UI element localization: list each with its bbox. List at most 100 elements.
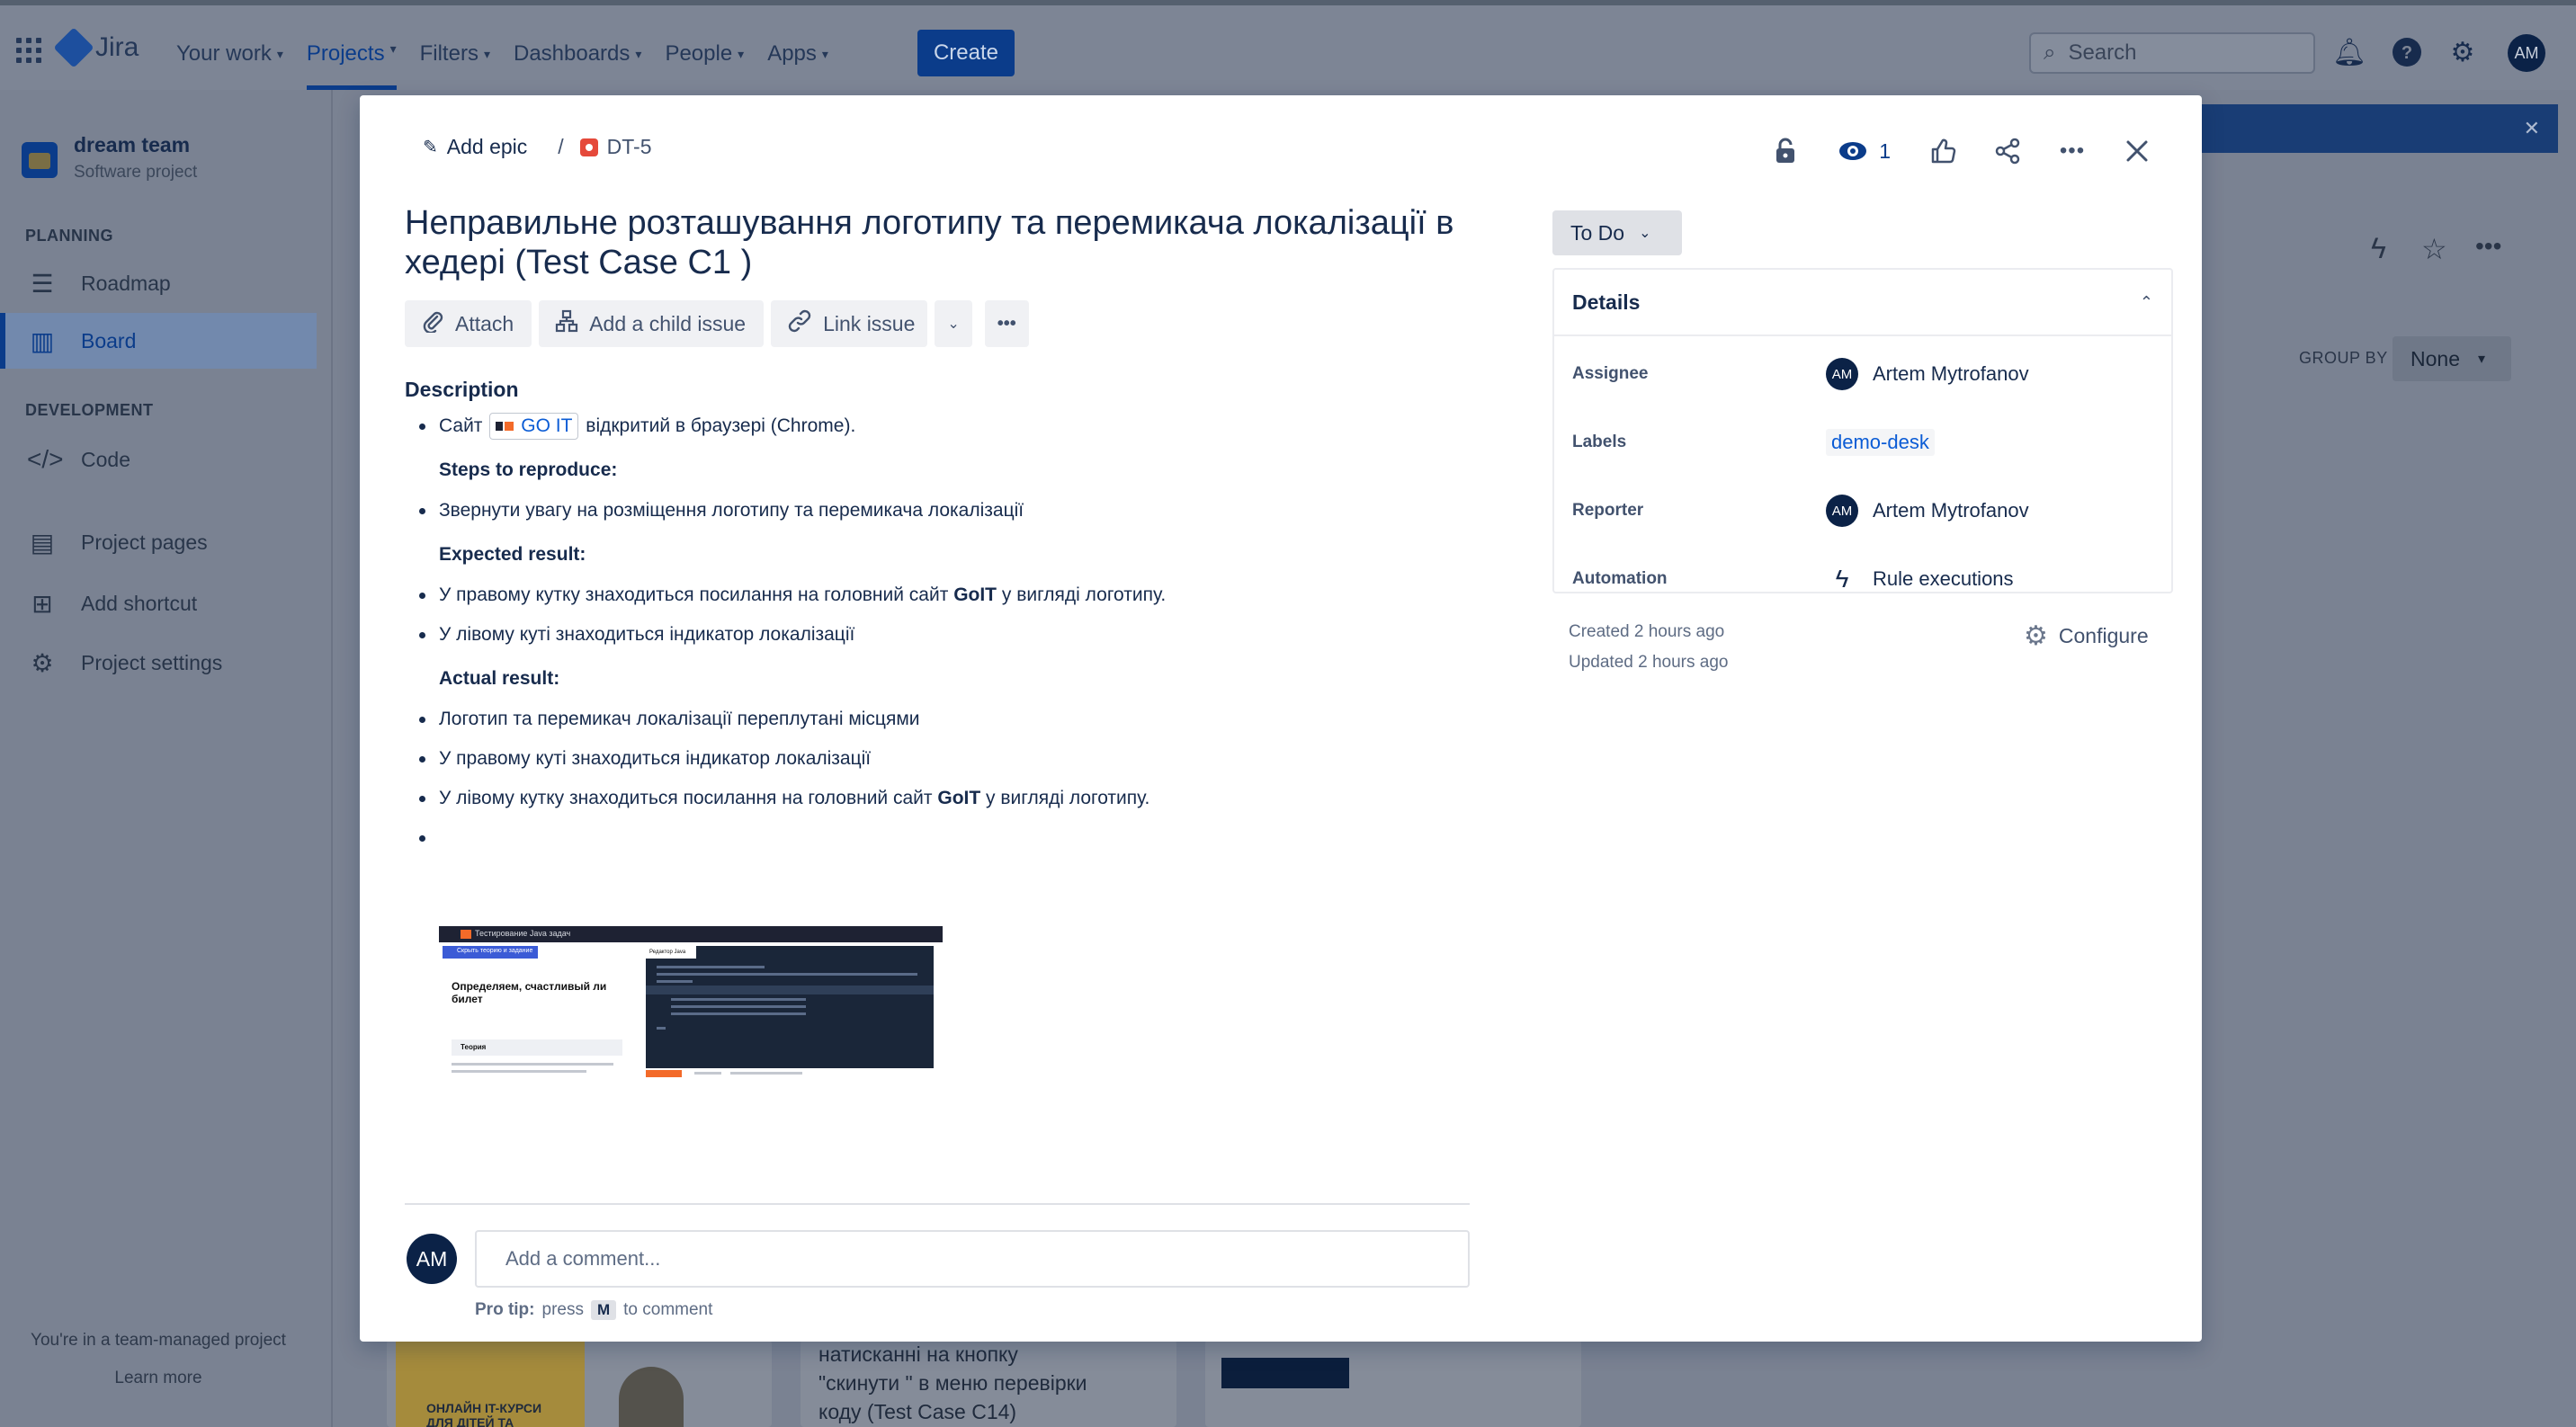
automation-row[interactable]: Automation ϟ Rule executions (1572, 557, 2157, 601)
project-header[interactable]: dream team Software project (22, 133, 197, 183)
create-button[interactable]: Create (917, 30, 1015, 76)
actual-heading: Actual result: (439, 668, 560, 689)
automation-label: Automation (1572, 569, 1668, 588)
watcher-count: 1 (1879, 138, 1891, 163)
jira-logo[interactable]: Jira (53, 27, 139, 68)
desc-text: Сайт (439, 415, 483, 436)
text-line (452, 1070, 586, 1073)
breadcrumb-separator: / (558, 135, 564, 158)
issue-title[interactable]: Неправильне розташування логотипу та пер… (405, 203, 1502, 282)
add-epic-button[interactable]: ✎ Add epic (423, 135, 527, 159)
more-actions-icon[interactable]: ••• (2053, 131, 2092, 171)
nav-projects[interactable]: Projects ▾ (306, 38, 397, 90)
status-dropdown[interactable]: To Do ⌄ (1552, 210, 1682, 255)
comment-avatar: AM (407, 1234, 457, 1284)
chevron-down-icon: ⌄ (1639, 226, 1651, 241)
sidebar-item-project-pages[interactable]: ▤ Project pages (0, 514, 317, 570)
card-line: коду (Test Case C14) (818, 1400, 1017, 1423)
automation-value: Rule executions (1873, 567, 2014, 590)
automation-bolt-icon[interactable]: ϟ (2371, 232, 2386, 265)
screenshot-code-editor: Редактор Java (646, 946, 934, 1068)
close-icon[interactable]: ✕ (2524, 117, 2540, 140)
nav-filters[interactable]: Filters ▾ (420, 38, 490, 70)
gear-icon: ⚙ (2024, 621, 2048, 651)
chevron-down-icon: ▾ (276, 46, 283, 61)
card-line: "скинути " в меню перевірки (818, 1371, 1087, 1395)
roadmap-icon: ☰ (31, 269, 54, 298)
planning-heading: PLANNING (25, 227, 113, 245)
group-by-select[interactable]: None ▾ (2393, 336, 2511, 381)
nav-people[interactable]: People ▾ (665, 38, 744, 70)
configure-label: Configure (2058, 624, 2149, 647)
sidebar-item-project-settings[interactable]: ⚙ Project settings (0, 635, 317, 691)
watch-button[interactable]: 1 (1830, 131, 1898, 171)
profile-avatar[interactable]: AM (2508, 34, 2545, 72)
screenshot-blue-button-text: Скрыть теорию и задание (457, 948, 533, 954)
card-image-face (619, 1367, 684, 1427)
search-input[interactable]: ⌕ Search (2029, 32, 2315, 74)
sidebar-item-board[interactable]: ▥ Board (0, 313, 317, 369)
help-icon[interactable]: ? (2389, 34, 2425, 70)
desc-text: відкритий в браузері (Chrome). (586, 415, 856, 436)
issue-toolbar: Attach Add a child issue Link issue ⌄ ••… (405, 300, 1029, 347)
card-image-caption-line: ОНЛАЙН IT-КУРСИ (426, 1401, 542, 1415)
sidebar-item-add-shortcut[interactable]: ⊞ Add shortcut (0, 575, 317, 631)
avatar: AM (1826, 495, 1858, 527)
attached-screenshot[interactable]: Тестирование Java задач Скрыть теорию и … (439, 926, 943, 1079)
nav-apps[interactable]: Apps ▾ (767, 38, 828, 70)
details-header[interactable]: Details ⌃ (1554, 270, 2171, 336)
description-body[interactable]: Сайт GO IT відкритий в браузері (Chrome)… (405, 406, 1448, 858)
reporter-row[interactable]: Reporter AM Artem Mytrofanov (1572, 489, 2157, 532)
link-issue-button[interactable]: Link issue (771, 300, 928, 347)
app-switcher-icon[interactable] (16, 38, 41, 63)
learn-more-link[interactable]: Learn more (0, 1369, 317, 1388)
nav-dashboards[interactable]: Dashboards ▾ (514, 38, 641, 70)
settings-gear-icon[interactable]: ⚙ (2445, 34, 2481, 70)
star-icon[interactable]: ☆ (2421, 232, 2447, 266)
pro-tip-label: Pro tip: (475, 1300, 535, 1319)
labels-label: Labels (1572, 433, 1627, 451)
goit-favicon-icon (496, 422, 515, 432)
sidebar-item-label: Project settings (81, 650, 223, 674)
nav-your-work[interactable]: Your work ▾ (176, 38, 283, 70)
more-toolbar-button[interactable]: ••• (984, 300, 1029, 347)
screenshot-theory: Теория (452, 1039, 622, 1056)
nav-label: Apps (767, 41, 817, 66)
label-chip[interactable]: demo-desk (1826, 429, 1935, 456)
issue-actions: 1 ••• (1766, 131, 2157, 171)
code-line (657, 1027, 666, 1030)
jira-mark-icon (53, 27, 94, 68)
share-icon[interactable] (1988, 131, 2027, 171)
steps-heading: Steps to reproduce: (439, 459, 618, 480)
more-options-icon[interactable]: ••• (2475, 232, 2501, 261)
board-card-title: натисканні на кнопку "скинути " в меню п… (818, 1340, 1087, 1426)
configure-button[interactable]: ⚙ Configure (2024, 620, 2149, 652)
labels-row[interactable]: Labels demo-desk (1572, 421, 2157, 464)
notifications-icon[interactable]: 🔔︎ (2331, 34, 2367, 70)
chevron-down-icon: ▾ (2477, 352, 2486, 367)
issue-key-link[interactable]: DT-5 (579, 135, 652, 159)
list-item: У лівому кутку знаходиться посилання на … (405, 779, 1448, 818)
code-line (671, 1012, 806, 1015)
pro-tip-text: press (541, 1300, 584, 1319)
list-item: У лівому куті знаходиться індикатор лока… (405, 615, 1448, 655)
lock-icon[interactable] (1766, 131, 1805, 171)
code-icon: </> (27, 445, 64, 473)
sidebar-item-code[interactable]: </> Code (0, 432, 317, 487)
gear-icon: ⚙ (31, 648, 54, 677)
add-child-label: Add a child issue (589, 311, 747, 335)
attach-button[interactable]: Attach (405, 300, 532, 347)
add-child-issue-button[interactable]: Add a child issue (539, 300, 765, 347)
sidebar-item-label: Roadmap (81, 271, 171, 295)
link-issue-dropdown[interactable]: ⌄ (935, 300, 972, 347)
child-issue-icon (555, 309, 578, 339)
nav-label: Filters (419, 41, 479, 66)
top-navigation: Jira Your work ▾ Projects ▾ Filters ▾ Dashb… (0, 0, 2576, 90)
sidebar-item-roadmap[interactable]: ☰ Roadmap (0, 255, 317, 311)
goit-link-chip[interactable]: GO IT (489, 413, 579, 441)
link-icon (787, 309, 812, 339)
assignee-row[interactable]: Assignee AM Artem Mytrofanov (1572, 352, 2157, 396)
close-icon[interactable] (2117, 131, 2157, 171)
comment-input[interactable]: Add a comment... (475, 1230, 1470, 1288)
thumbs-up-icon[interactable] (1923, 131, 1963, 171)
